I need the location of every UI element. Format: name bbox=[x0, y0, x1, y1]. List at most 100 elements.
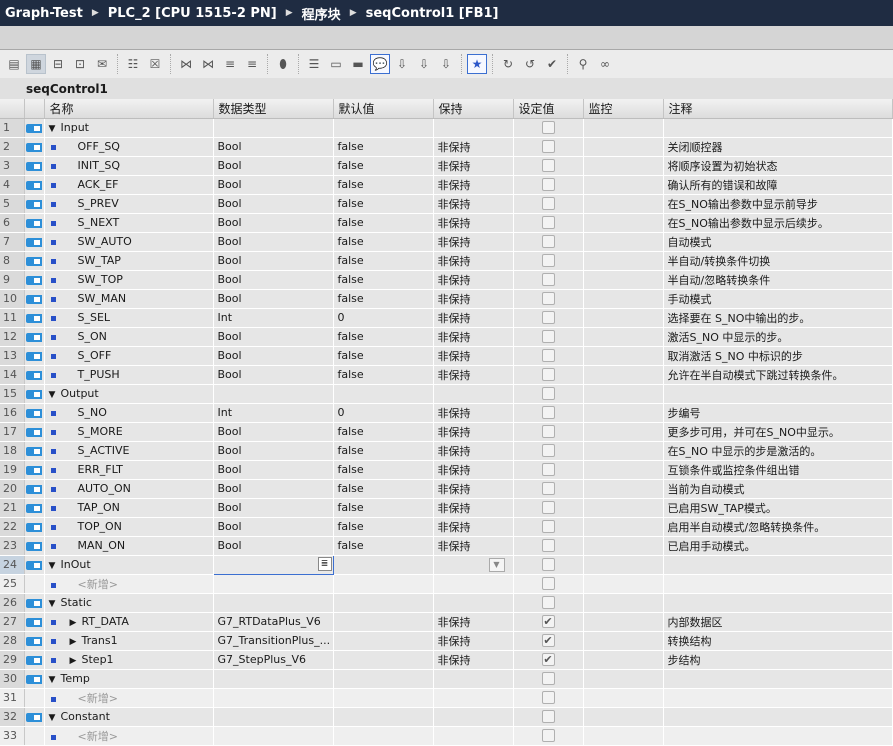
default-cell[interactable]: false bbox=[333, 175, 433, 194]
datatype-cell[interactable]: Bool bbox=[213, 251, 333, 270]
default-cell[interactable]: 0 bbox=[333, 308, 433, 327]
retain-cell[interactable] bbox=[433, 118, 513, 137]
default-cell[interactable] bbox=[333, 726, 433, 745]
retain-cell[interactable]: 非保持 bbox=[433, 612, 513, 631]
comment-cell[interactable]: 半自动/转换条件切换 bbox=[663, 251, 893, 270]
datatype-cell[interactable] bbox=[213, 384, 333, 403]
monitor-start-icon[interactable]: ↻ bbox=[498, 54, 518, 74]
datatype-cell[interactable]: Bool bbox=[213, 175, 333, 194]
default-cell[interactable]: false bbox=[333, 289, 433, 308]
interface-download-icon[interactable]: ⇩ bbox=[436, 54, 456, 74]
retain-cell[interactable]: 非保持 bbox=[433, 270, 513, 289]
comment-cell[interactable]: 已启用SW_TAP模式。 bbox=[663, 498, 893, 517]
expand-down-icon[interactable]: ▼ bbox=[49, 561, 61, 571]
expand-down-icon[interactable]: ▼ bbox=[49, 675, 61, 685]
table-row[interactable]: 30 ▼Temp bbox=[0, 669, 893, 688]
comment-cell[interactable] bbox=[663, 118, 893, 137]
setpoint-checkbox[interactable] bbox=[542, 330, 555, 343]
setpoint-checkbox[interactable] bbox=[542, 178, 555, 191]
dropdown-arrow-icon[interactable]: ▼ bbox=[489, 558, 505, 572]
snapshot-icon[interactable]: ⋈ bbox=[176, 54, 196, 74]
name-cell[interactable]: S_OFF bbox=[44, 346, 213, 365]
comment-cell[interactable] bbox=[663, 384, 893, 403]
setpoint-checkbox[interactable] bbox=[542, 273, 555, 286]
snapshot-delete-icon[interactable]: ⋈ bbox=[198, 54, 218, 74]
datatype-cell[interactable]: Bool bbox=[213, 536, 333, 555]
datatype-cell[interactable] bbox=[213, 707, 333, 726]
table-row[interactable]: 16 S_NO Int 0 非保持 步编号 bbox=[0, 403, 893, 422]
default-cell[interactable]: false bbox=[333, 194, 433, 213]
name-cell[interactable]: ▼Static bbox=[44, 593, 213, 612]
row-number[interactable]: 19 bbox=[0, 460, 24, 479]
setpoint-checkbox[interactable] bbox=[542, 482, 555, 495]
default-cell[interactable] bbox=[333, 669, 433, 688]
copy-snapshot-icon[interactable]: ≡ bbox=[220, 54, 240, 74]
default-cell[interactable] bbox=[333, 688, 433, 707]
comment-cell[interactable]: 已启用手动模式。 bbox=[663, 536, 893, 555]
table-row[interactable]: 22 TOP_ON Bool false 非保持 启用半自动模式/忽略转换条件。 bbox=[0, 517, 893, 536]
name-cell[interactable]: S_NEXT bbox=[44, 213, 213, 232]
row-number[interactable]: 26 bbox=[0, 593, 24, 612]
setpoint-checkbox[interactable] bbox=[542, 558, 555, 571]
table-row[interactable]: 10 SW_MAN Bool false 非保持 手动模式 bbox=[0, 289, 893, 308]
row-number[interactable]: 9 bbox=[0, 270, 24, 289]
table-row[interactable]: 17 S_MORE Bool false 非保持 更多步可用，并可在S_NO中显… bbox=[0, 422, 893, 441]
comment-cell[interactable]: 在S_NO输出参数中显示后续步。 bbox=[663, 213, 893, 232]
table-row[interactable]: 3 INIT_SQ Bool false 非保持 将顺序设置为初始状态 bbox=[0, 156, 893, 175]
name-cell[interactable]: ERR_FLT bbox=[44, 460, 213, 479]
comment-cell[interactable] bbox=[663, 707, 893, 726]
expand-down-icon[interactable]: ▼ bbox=[49, 713, 61, 723]
setpoint-checkbox[interactable] bbox=[542, 425, 555, 438]
name-cell[interactable]: ▼Output bbox=[44, 384, 213, 403]
datatype-cell[interactable] bbox=[213, 593, 333, 612]
header-retain[interactable]: 保持 bbox=[433, 99, 513, 118]
comment-cell[interactable] bbox=[663, 555, 893, 574]
table-row[interactable]: 26 ▼Static bbox=[0, 593, 893, 612]
table-row[interactable]: 15 ▼Output bbox=[0, 384, 893, 403]
row-number[interactable]: 17 bbox=[0, 422, 24, 441]
comment-cell[interactable]: 在S_NO输出参数中显示前导步 bbox=[663, 194, 893, 213]
setpoint-checkbox[interactable] bbox=[542, 254, 555, 267]
datatype-cell[interactable]: Bool bbox=[213, 479, 333, 498]
comment-cell[interactable]: 步结构 bbox=[663, 650, 893, 669]
name-cell[interactable]: SW_MAN bbox=[44, 289, 213, 308]
glasses-icon[interactable]: ∞ bbox=[595, 54, 615, 74]
retain-cell[interactable]: 非保持 bbox=[433, 346, 513, 365]
name-cell[interactable]: S_PREV bbox=[44, 194, 213, 213]
add-new-placeholder[interactable]: <新增> bbox=[78, 578, 118, 591]
datatype-cell[interactable]: Bool bbox=[213, 289, 333, 308]
comment-cell[interactable]: 步编号 bbox=[663, 403, 893, 422]
datatype-cell[interactable] bbox=[213, 726, 333, 745]
comment-cell[interactable]: 互锁条件或监控条件组出错 bbox=[663, 460, 893, 479]
setpoint-checkbox[interactable] bbox=[542, 159, 555, 172]
table-row[interactable]: 29 ▶Step1 G7_StepPlus_V6 非保持 ✔ 步结构 bbox=[0, 650, 893, 669]
retain-cell[interactable]: 非保持 bbox=[433, 175, 513, 194]
datatype-cell[interactable]: Bool bbox=[213, 517, 333, 536]
table-row[interactable]: 32 ▼Constant bbox=[0, 707, 893, 726]
datatype-cell[interactable] bbox=[213, 688, 333, 707]
setpoint-checkbox[interactable] bbox=[542, 311, 555, 324]
row-number[interactable]: 32 bbox=[0, 707, 24, 726]
datatype-cell[interactable]: Bool bbox=[213, 137, 333, 156]
table-row[interactable]: 9 SW_TOP Bool false 非保持 半自动/忽略转换条件 bbox=[0, 270, 893, 289]
row-number[interactable]: 2 bbox=[0, 137, 24, 156]
comment-cell[interactable] bbox=[663, 726, 893, 745]
name-cell[interactable]: ▼Constant bbox=[44, 707, 213, 726]
row-number[interactable]: 22 bbox=[0, 517, 24, 536]
retain-cell[interactable]: 非保持 bbox=[433, 232, 513, 251]
add-new-placeholder[interactable]: <新增> bbox=[78, 692, 118, 705]
default-cell[interactable] bbox=[333, 631, 433, 650]
table-row[interactable]: 7 SW_AUTO Bool false 非保持 自动模式 bbox=[0, 232, 893, 251]
row-number[interactable]: 24 bbox=[0, 555, 24, 574]
retain-cell[interactable]: 非保持 bbox=[433, 650, 513, 669]
header-name[interactable]: 名称 bbox=[44, 99, 213, 118]
datatype-cell[interactable] bbox=[213, 118, 333, 137]
default-cell[interactable] bbox=[333, 384, 433, 403]
datatype-cell[interactable]: Bool bbox=[213, 232, 333, 251]
retain-cell[interactable]: 非保持 bbox=[433, 517, 513, 536]
default-cell[interactable] bbox=[333, 593, 433, 612]
default-cell[interactable]: false bbox=[333, 441, 433, 460]
datatype-cell[interactable]: G7_StepPlus_V6 bbox=[213, 650, 333, 669]
name-cell[interactable]: TAP_ON bbox=[44, 498, 213, 517]
row-number[interactable]: 15 bbox=[0, 384, 24, 403]
